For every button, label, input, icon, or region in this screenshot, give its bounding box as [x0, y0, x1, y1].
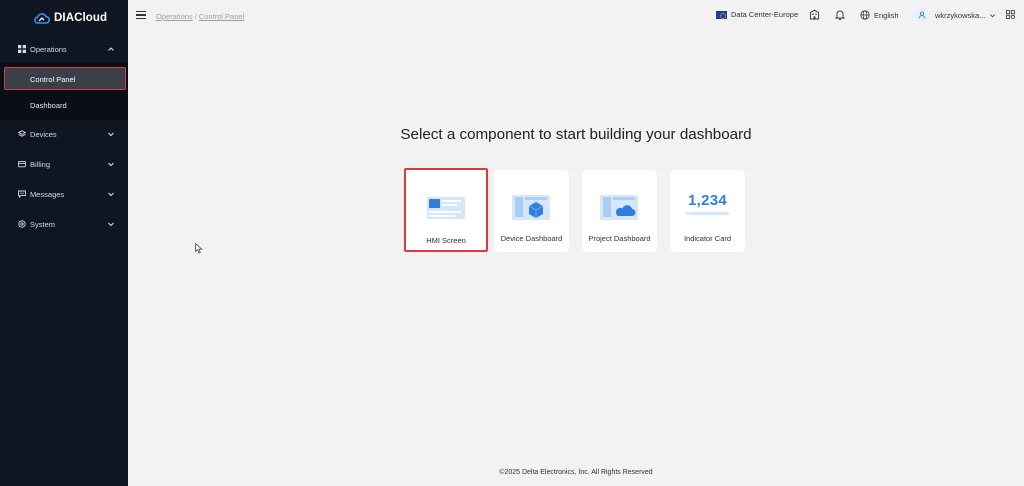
chevron-down-icon — [990, 13, 996, 17]
datacenter-selector[interactable]: Data Center-Europe — [716, 10, 798, 19]
user-icon — [918, 11, 926, 19]
building-button[interactable] — [809, 9, 820, 20]
indicator-bar — [686, 212, 729, 215]
chevron-up-icon — [108, 47, 114, 51]
card-label: HMI Screen — [426, 236, 466, 245]
gear-icon — [17, 219, 26, 228]
sidebar-item-system[interactable]: System — [0, 214, 128, 234]
card-label: Project Dashboard — [588, 234, 651, 243]
grid-icon — [17, 44, 26, 53]
billing-icon — [17, 159, 26, 168]
building-icon — [810, 9, 819, 20]
device-dashboard-icon — [512, 195, 550, 220]
footer-copyright: ©2025 Delta Electronics, Inc. All Rights… — [499, 469, 653, 476]
sidebar-item-control-panel[interactable]: Control Panel — [4, 67, 126, 90]
indicator-card-icon: 1,234 — [687, 192, 728, 209]
hmi-screen-icon — [427, 197, 465, 219]
language-label: English — [874, 10, 899, 20]
datacenter-label: Data Center-Europe — [731, 10, 799, 19]
sidebar: DIACloud Operations Control Panel Dashbo… — [0, 0, 128, 486]
user-name: wkrzykowska... — [935, 10, 986, 20]
mouse-cursor-icon — [195, 243, 203, 254]
sidebar-item-messages[interactable]: Messages — [0, 184, 128, 204]
language-selector[interactable]: English — [860, 10, 899, 20]
bell-icon — [835, 10, 845, 20]
breadcrumb: Operations / Control Panel — [156, 12, 244, 21]
operations-submenu: Control Panel Dashboard — [0, 63, 128, 120]
avatar — [915, 8, 929, 22]
apps-icon — [1006, 10, 1015, 19]
sidebar-item-label: Dashboard — [30, 101, 67, 110]
settings-button[interactable] — [1006, 10, 1015, 19]
message-icon — [17, 189, 26, 198]
cloud-logo-icon — [34, 13, 50, 24]
project-dashboard-card[interactable]: Project Dashboard — [582, 170, 657, 252]
breadcrumb-separator: / — [194, 12, 197, 21]
chevron-down-icon — [108, 192, 114, 197]
sidebar-item-dashboard[interactable]: Dashboard — [0, 95, 128, 117]
sidebar-item-label: Billing — [30, 160, 51, 169]
chevron-down-icon — [108, 162, 114, 167]
sidebar-item-label: Control Panel — [30, 74, 76, 84]
chevron-down-icon — [108, 222, 114, 227]
globe-icon — [860, 10, 870, 20]
app-logo[interactable]: DIACloud — [33, 10, 107, 26]
page-title: Select a component to start building you… — [400, 126, 752, 143]
hmi-screen-card[interactable]: HMI Screen — [404, 168, 488, 252]
component-card-list: HMI Screen Device Dashboard Project Dash… — [404, 168, 749, 252]
project-dashboard-icon — [600, 195, 638, 220]
sidebar-item-label: Messages — [30, 190, 65, 199]
indicator-card[interactable]: 1,234 Indicator Card — [670, 170, 745, 252]
eu-flag-icon — [716, 10, 727, 19]
user-menu[interactable]: wkrzykowska... — [915, 8, 996, 22]
device-dashboard-card[interactable]: Device Dashboard — [494, 170, 569, 252]
sidebar-item-label: Operations — [30, 45, 67, 54]
sidebar-item-billing[interactable]: Billing — [0, 154, 128, 174]
breadcrumb-control-panel[interactable]: Control Panel — [199, 12, 244, 21]
app-name: DIACloud — [54, 12, 108, 24]
sidebar-item-label: System — [30, 220, 56, 229]
card-label: Device Dashboard — [500, 234, 563, 243]
card-label: Indicator Card — [683, 234, 732, 243]
breadcrumb-operations[interactable]: Operations — [156, 12, 193, 21]
menu-toggle-button[interactable] — [136, 11, 146, 20]
notifications-button[interactable] — [835, 9, 845, 20]
sidebar-item-operations[interactable]: Operations — [0, 39, 128, 59]
